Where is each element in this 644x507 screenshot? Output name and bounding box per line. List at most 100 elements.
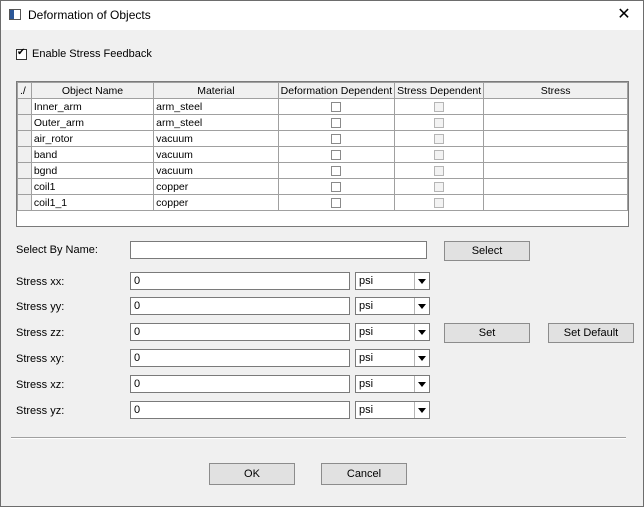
app-window-icon [9, 9, 21, 20]
deformation-cell [277, 98, 396, 115]
stress-cell[interactable] [483, 146, 628, 163]
stress-yy-unit-select[interactable]: psi [355, 297, 430, 315]
material-cell[interactable]: copper [153, 194, 279, 211]
object-name-cell[interactable]: air_rotor [30, 130, 155, 147]
object-name-cell[interactable]: band [30, 146, 155, 163]
stress-dep-cell [394, 98, 485, 115]
stress-xy-unit-value: psi [359, 352, 374, 364]
enable-stress-feedback-checkbox[interactable] [16, 47, 27, 60]
stress-dependent-checkbox [434, 149, 445, 160]
deformation-dependent-checkbox[interactable] [331, 165, 342, 176]
material-cell[interactable]: vacuum [153, 146, 279, 163]
stress-zz-input[interactable] [130, 323, 350, 341]
select-by-name-input[interactable] [130, 241, 427, 259]
chevron-down-icon[interactable] [414, 324, 429, 340]
material-cell[interactable]: vacuum [153, 130, 279, 147]
stress-yz-label: Stress yz: [16, 405, 65, 417]
stress-xy-unit-select[interactable]: psi [355, 349, 430, 367]
objects-table: ./ Object Name Material Deformation Depe… [16, 81, 629, 227]
stress-yy-input[interactable] [130, 297, 350, 315]
stress-dependent-checkbox [434, 101, 445, 112]
row-header[interactable] [17, 162, 32, 179]
stress-dep-cell [394, 162, 485, 179]
deformation-cell [277, 130, 396, 147]
material-cell[interactable]: copper [153, 178, 279, 195]
deformation-dependent-checkbox[interactable] [331, 101, 342, 112]
table-row[interactable]: bgnd vacuum [17, 162, 628, 179]
deformation-dependent-checkbox[interactable] [331, 197, 342, 208]
stress-yy-unit-value: psi [359, 300, 374, 312]
row-header[interactable] [17, 178, 32, 195]
stress-dependent-checkbox [434, 117, 445, 128]
deformation-dependent-checkbox[interactable] [331, 181, 342, 192]
stress-xz-label: Stress xz: [16, 379, 65, 391]
table-row[interactable]: coil1 copper [17, 178, 628, 195]
stress-xz-unit-select[interactable]: psi [355, 375, 430, 393]
object-name-cell[interactable]: coil1_1 [30, 194, 155, 211]
stress-xx-unit-select[interactable]: psi [355, 272, 430, 290]
stress-zz-unit-select[interactable]: psi [355, 323, 430, 341]
stress-cell[interactable] [483, 130, 628, 147]
table-row[interactable]: coil1_1 copper [17, 194, 628, 211]
stress-cell[interactable] [483, 98, 628, 115]
stress-cell[interactable] [483, 162, 628, 179]
material-cell[interactable]: arm_steel [153, 114, 279, 131]
stress-cell[interactable] [483, 194, 628, 211]
deformation-cell [277, 114, 396, 131]
row-header[interactable] [17, 98, 32, 115]
row-header[interactable] [17, 146, 32, 163]
ok-button[interactable]: OK [209, 463, 295, 485]
stress-xx-label: Stress xx: [16, 276, 65, 288]
set-button[interactable]: Set [444, 323, 530, 343]
deformation-dependent-checkbox[interactable] [331, 149, 342, 160]
deformation-dependent-checkbox[interactable] [331, 133, 342, 144]
row-header[interactable] [17, 114, 32, 131]
stress-dep-cell [394, 178, 485, 195]
column-header-object-name[interactable]: Object Name [30, 82, 155, 99]
stress-yz-unit-value: psi [359, 404, 374, 416]
row-header[interactable] [17, 194, 32, 211]
stress-yz-input[interactable] [130, 401, 350, 419]
divider [11, 437, 626, 439]
stress-cell[interactable] [483, 178, 628, 195]
stress-cell[interactable] [483, 114, 628, 131]
stress-xz-unit-value: psi [359, 378, 374, 390]
chevron-down-icon[interactable] [414, 350, 429, 366]
cancel-button[interactable]: Cancel [321, 463, 407, 485]
stress-dep-cell [394, 194, 485, 211]
column-header-stress[interactable]: Stress [483, 82, 628, 99]
object-name-cell[interactable]: coil1 [30, 178, 155, 195]
select-button[interactable]: Select [444, 241, 530, 261]
column-header-material[interactable]: Material [153, 82, 279, 99]
table-row[interactable]: air_rotor vacuum [17, 130, 628, 147]
column-header-deformation-dependent[interactable]: Deformation Dependent [277, 82, 396, 99]
enable-stress-feedback-row[interactable]: Enable Stress Feedback [16, 47, 152, 61]
object-name-cell[interactable]: Inner_arm [30, 98, 155, 115]
stress-xy-input[interactable] [130, 349, 350, 367]
set-default-button[interactable]: Set Default [548, 323, 634, 343]
table-row[interactable]: band vacuum [17, 146, 628, 163]
stress-xy-label: Stress xy: [16, 353, 65, 365]
dialog-window: Deformation of Objects ✕ Enable Stress F… [0, 0, 644, 507]
stress-xx-input[interactable] [130, 272, 350, 290]
chevron-down-icon[interactable] [414, 376, 429, 392]
object-name-cell[interactable]: bgnd [30, 162, 155, 179]
deformation-dependent-checkbox[interactable] [331, 117, 342, 128]
close-icon[interactable]: ✕ [615, 6, 633, 24]
row-header[interactable] [17, 130, 32, 147]
select-by-name-label: Select By Name: [16, 244, 98, 256]
column-header-stress-dependent[interactable]: Stress Dependent [394, 82, 485, 99]
material-cell[interactable]: vacuum [153, 162, 279, 179]
chevron-down-icon[interactable] [414, 298, 429, 314]
material-cell[interactable]: arm_steel [153, 98, 279, 115]
enable-stress-feedback-label: Enable Stress Feedback [32, 48, 152, 60]
table-corner[interactable]: ./ [17, 82, 32, 99]
table-row[interactable]: Outer_arm arm_steel [17, 114, 628, 131]
chevron-down-icon[interactable] [414, 402, 429, 418]
object-name-cell[interactable]: Outer_arm [30, 114, 155, 131]
chevron-down-icon[interactable] [414, 273, 429, 289]
deformation-cell [277, 178, 396, 195]
stress-yz-unit-select[interactable]: psi [355, 401, 430, 419]
stress-xz-input[interactable] [130, 375, 350, 393]
table-row[interactable]: Inner_arm arm_steel [17, 98, 628, 115]
